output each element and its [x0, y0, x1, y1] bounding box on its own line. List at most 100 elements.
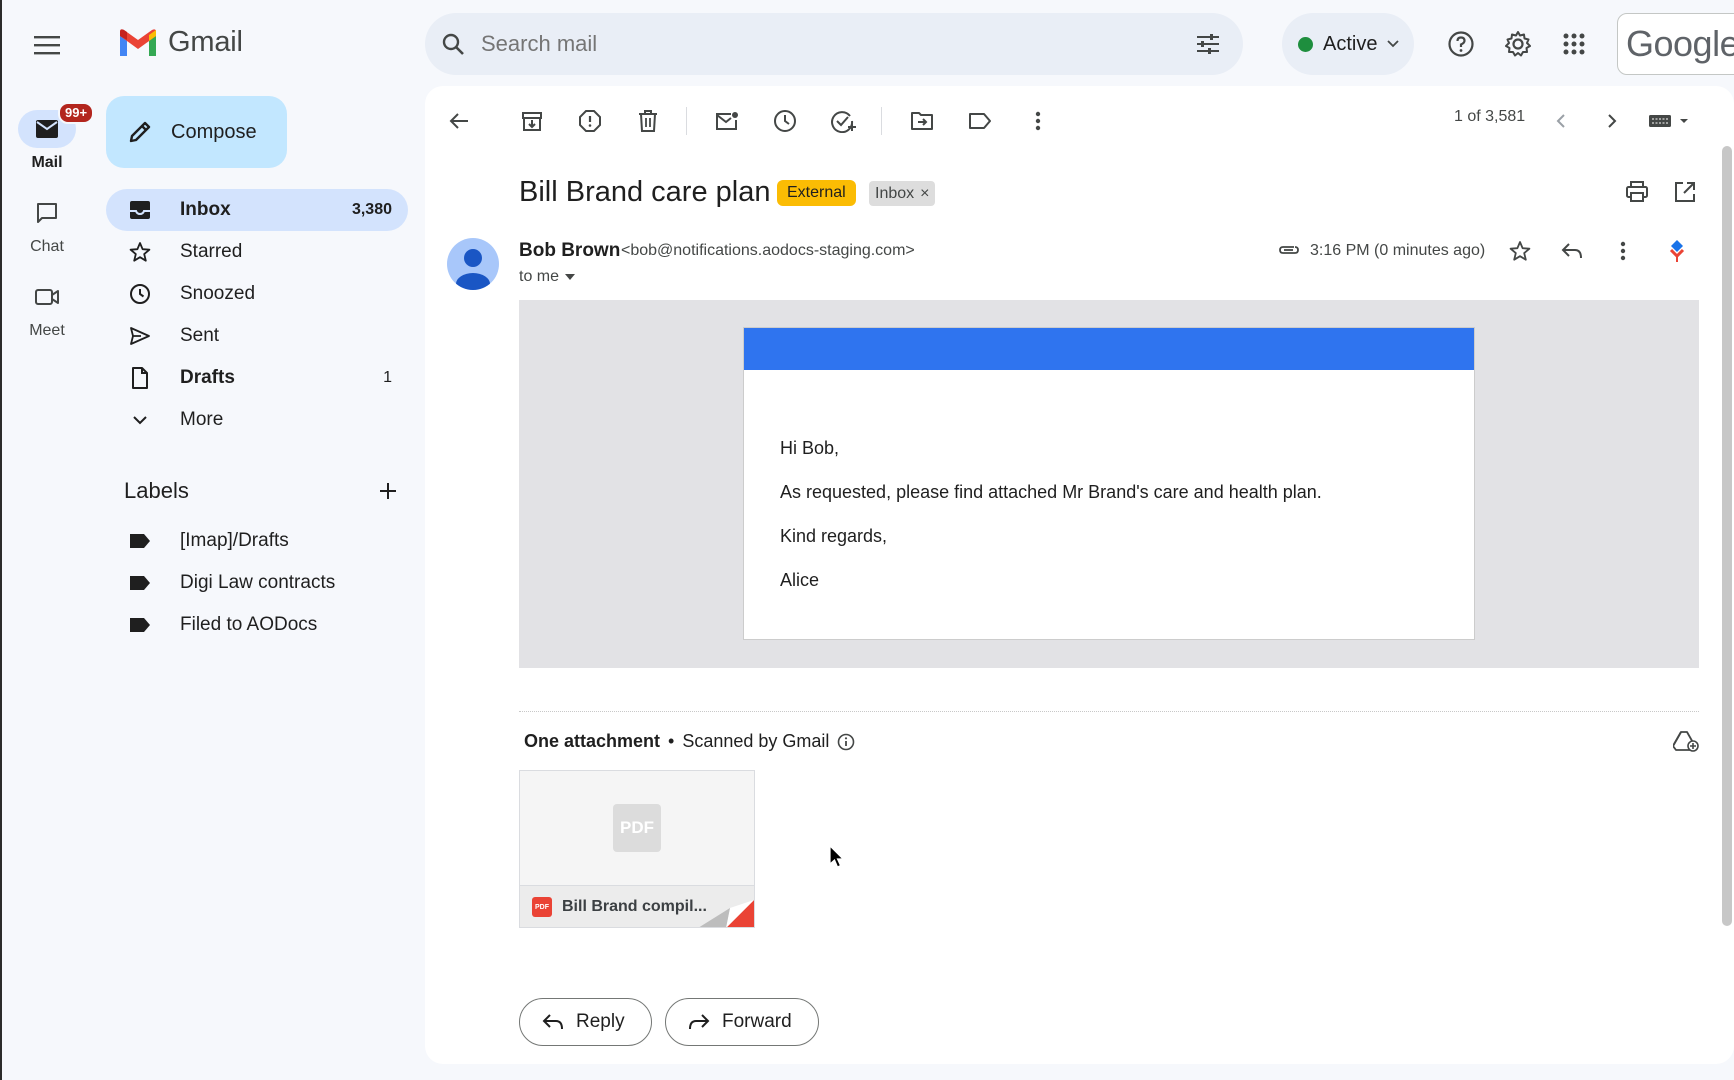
- trash-icon: [639, 110, 657, 132]
- mark-unread-button[interactable]: [707, 101, 747, 141]
- google-account-button[interactable]: Google: [1617, 13, 1734, 75]
- keyboard-icon: [1649, 115, 1688, 127]
- message-more-button[interactable]: [1603, 231, 1643, 271]
- label-tag-icon: [130, 618, 150, 632]
- label-name: [Imap]/Drafts: [180, 530, 289, 551]
- delete-button[interactable]: [628, 101, 668, 141]
- chat-icon: [37, 203, 57, 223]
- nav-item-more[interactable]: More: [106, 399, 408, 441]
- reply-icon: [1561, 243, 1582, 259]
- nav-item-snoozed[interactable]: Snoozed: [106, 273, 408, 315]
- star-icon: [1509, 241, 1531, 261]
- compose-button[interactable]: Compose: [106, 96, 287, 168]
- forward-button[interactable]: Forward: [665, 998, 819, 1046]
- label-item-imap-drafts[interactable]: [Imap]/Drafts: [106, 520, 408, 562]
- main-menu-button[interactable]: [26, 24, 68, 66]
- mail-icon: [36, 120, 58, 138]
- settings-button[interactable]: [1498, 24, 1538, 64]
- search-input[interactable]: [481, 31, 1195, 57]
- info-icon[interactable]: [837, 733, 855, 751]
- gmail-m-icon: [120, 28, 156, 56]
- scrollbar-thumb[interactable]: [1722, 146, 1732, 926]
- attachment-separator: •: [668, 731, 675, 751]
- email-signature: Alice: [780, 570, 820, 590]
- nav-item-inbox[interactable]: Inbox 3,380: [106, 189, 408, 231]
- recipient-details[interactable]: to me: [519, 268, 576, 286]
- back-button[interactable]: [439, 101, 479, 141]
- open-in-new-icon: [1675, 182, 1695, 202]
- move-to-button[interactable]: [902, 101, 942, 141]
- sender-avatar: [447, 238, 499, 290]
- add-task-button[interactable]: [823, 101, 863, 141]
- star-button[interactable]: [1500, 231, 1540, 271]
- attachment-card[interactable]: PDF PDF Bill Brand compil...: [519, 770, 755, 928]
- nav-label-snoozed: Snoozed: [180, 283, 256, 304]
- file-corner-fold-icon: [699, 900, 754, 927]
- attachments-header: One attachment • Scanned by Gmail: [524, 731, 855, 752]
- mouse-cursor-icon: [829, 845, 845, 868]
- label-tag-icon: [130, 576, 150, 590]
- add-all-to-drive-button[interactable]: [1666, 721, 1706, 761]
- chevron-left-icon: [1556, 114, 1565, 128]
- input-tools-button[interactable]: [1646, 101, 1694, 141]
- inbox-chip-label: Inbox: [875, 184, 915, 202]
- sender-name[interactable]: Bob Brown: [519, 240, 620, 262]
- forward-label: Forward: [722, 1011, 792, 1032]
- inbox-label-chip[interactable]: Inbox ×: [869, 181, 936, 206]
- clock-icon: [774, 110, 796, 132]
- drive-add-icon: [1673, 731, 1699, 752]
- toolbar-divider: [881, 107, 882, 135]
- nav-count-inbox: 3,380: [351, 201, 392, 218]
- nav-item-sent[interactable]: Sent: [106, 315, 408, 357]
- email-line: As requested, please find attached Mr Br…: [780, 482, 1322, 502]
- snooze-button[interactable]: [765, 101, 805, 141]
- report-spam-button[interactable]: [570, 101, 610, 141]
- nav-item-starred[interactable]: Starred: [106, 231, 408, 273]
- older-button[interactable]: [1592, 101, 1632, 141]
- rail-item-mail[interactable]: 99+ Mail: [2, 102, 95, 172]
- label-item-digi-law[interactable]: Digi Law contracts: [106, 562, 408, 604]
- attachment-name: Bill Brand compil...: [562, 898, 707, 915]
- sender-email: <bob@notifications.aodocs-staging.com>: [621, 242, 915, 259]
- arrow-back-icon: [449, 113, 468, 129]
- gmail-logo[interactable]: Gmail: [118, 26, 243, 59]
- google-apps-button[interactable]: [1554, 24, 1594, 64]
- reply-icon-button[interactable]: [1552, 231, 1592, 271]
- nav-item-drafts[interactable]: Drafts 1: [106, 357, 408, 399]
- label-name: Digi Law contracts: [180, 572, 336, 593]
- aodocs-addon-button[interactable]: [1657, 231, 1697, 271]
- gear-icon: [1505, 31, 1531, 57]
- remove-label-icon[interactable]: ×: [920, 185, 929, 203]
- add-label-icon[interactable]: [378, 481, 398, 501]
- open-new-window-button[interactable]: [1665, 172, 1705, 212]
- app-rail: 99+ Mail Chat Meet: [0, 0, 95, 1080]
- search-icon: [442, 33, 464, 55]
- status-selector[interactable]: Active: [1282, 13, 1414, 75]
- apps-grid-icon: [1563, 33, 1585, 55]
- newer-button[interactable]: [1541, 101, 1581, 141]
- app-name: Gmail: [168, 26, 243, 58]
- nav-label-starred: Starred: [180, 241, 243, 262]
- archive-button[interactable]: [512, 101, 552, 141]
- rail-item-chat[interactable]: Chat: [2, 194, 92, 256]
- toolbar-divider: [686, 107, 687, 135]
- rail-label-mail: Mail: [31, 154, 63, 171]
- scanned-text: Scanned by Gmail: [682, 731, 830, 751]
- more-options-button[interactable]: [1018, 101, 1058, 141]
- caret-down-icon: [565, 274, 576, 280]
- support-button[interactable]: [1441, 24, 1481, 64]
- rail-item-meet[interactable]: Meet: [2, 278, 92, 340]
- star-icon: [129, 242, 151, 262]
- label-item-filed-aodocs[interactable]: Filed to AODocs: [106, 604, 408, 646]
- compose-label: Compose: [171, 120, 257, 143]
- chevron-down-icon: [1387, 40, 1400, 48]
- pdf-file-icon: PDF: [532, 897, 552, 917]
- labels-button[interactable]: [960, 101, 1000, 141]
- chevron-right-icon: [1608, 114, 1617, 128]
- inbox-icon: [130, 201, 150, 219]
- search-bar[interactable]: [425, 13, 1243, 75]
- nav-label-more: More: [180, 409, 224, 430]
- print-all-button[interactable]: [1617, 172, 1657, 212]
- search-options-icon[interactable]: [1195, 32, 1221, 56]
- reply-button[interactable]: Reply: [519, 998, 652, 1046]
